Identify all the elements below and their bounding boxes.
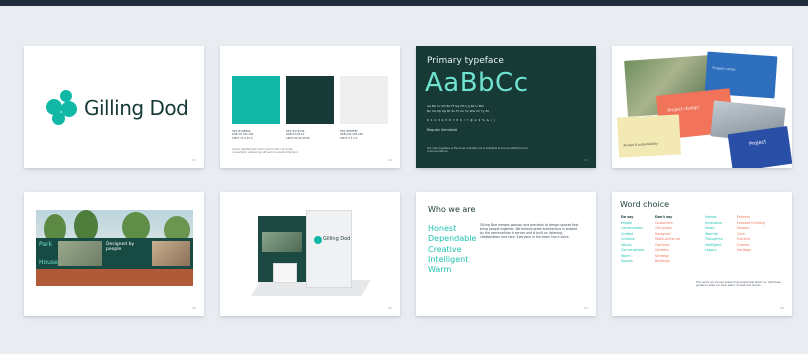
collage-card-label: Project [748,139,767,148]
dont-say-column: Don't say Customers The public Designed … [655,215,681,263]
page-number: 01 [192,158,196,162]
numerals: 0 1 2 3 4 5 6 7 8 9 ! ? @ £ $ % & ( ) [427,118,496,122]
slide-palette[interactable]: HEX #12B8A6 RGB 18 184 166 CMYK 75 0 45 … [220,46,400,168]
do-say-column-2: Homes Innovative Heart Warmth Thoughtful… [705,215,723,252]
do-say-column: Do say People Communities Crafted Creati… [621,215,645,263]
slide-typeface[interactable]: Primary typeface AaBbCc Aa Bb Cc Dd Ee F… [416,46,596,168]
swatch-dark-values: HEX #173A36 RGB 23 58 54 CMYK 80 40 60 6… [286,130,310,140]
weight-label: Regular Semibold [427,128,457,132]
dont-say-column-2: Projects Forward thinking Passion Care P… [737,215,765,252]
collage-card-label: Project name [712,65,736,72]
slide-who-we-are[interactable]: Who we are Honest Dependable Creative In… [416,192,596,316]
values-list: Honest Dependable Creative Intelligent W… [428,224,477,275]
stand-brand: Gilling Dod [323,236,351,242]
stand-logo-icon [314,236,322,244]
slide-word-choice[interactable]: Word choice Do say People Communities Cr… [612,192,792,316]
slide-logo[interactable]: Gilling Dod 01 [24,46,204,168]
word-choice-note: The words we choose shape how people fee… [696,281,781,288]
stand-wall-image [262,232,302,252]
hoarding-board: Park House Designed by people [36,238,193,269]
typeface-note: Our main typeface is the most versatile … [427,147,528,154]
page-number: 03 [584,158,588,162]
board-word: House [39,259,58,266]
board-image [58,241,102,266]
collage-card-label: Access & sustainability [623,141,659,148]
collage-card-label: Project design [667,105,700,114]
slide-collage[interactable]: Project name Project design Access & sus… [612,46,792,168]
stand-side-wall: Gilling Dod [306,210,352,288]
page-number: 07 [584,306,588,310]
typeface-label: Primary typeface [427,56,504,66]
slide-title: Who we are [428,205,476,214]
stand-counter [274,264,296,282]
page-number: 05 [192,306,196,310]
page-number: 02 [388,158,392,162]
typeface-specimen: AaBbCc [425,68,529,98]
slide-exhibition[interactable]: Gilling Dod 06 [220,192,400,316]
collage-card-cream: Access & sustainability [616,114,682,158]
alphabet-lower: Nn Oo Pp Qq Rr Ss Tt Uu Vv Ww Xx Yy Zz [427,109,489,113]
photo-pavement [36,269,193,286]
swatch-teal [232,76,280,124]
brand-name: Gilling Dod [84,96,189,120]
collage-card-navy: Project [727,126,792,168]
board-word: Park [39,241,52,248]
page-number: 08 [780,306,784,310]
slide-hoarding[interactable]: Park House Designed by people 05 [24,192,204,316]
palette-note: Colour palette text lorem ipsum dolor si… [232,148,299,155]
swatch-light [340,76,388,124]
body-text: Gilling Dod merges passion and precision… [480,223,579,240]
logo-mark-icon [46,90,84,126]
board-photo-people [152,241,190,266]
swatch-dark [286,76,334,124]
swatch-teal-values: HEX #12B8A6 RGB 18 184 166 CMYK 75 0 45 … [232,130,254,140]
page-number: 06 [388,306,392,310]
slide-title: Word choice [620,200,670,209]
alphabet-upper: Aa Bb Cc Dd Ee Ff Gg Hh Ii Jj Kk Ll Mm [427,104,485,108]
swatch-light-values: HEX #EFEFEF RGB 239 239 239 CMYK 5 3 3 0 [340,130,363,140]
top-bar [0,0,808,6]
board-tagline: Designed by people [106,242,135,252]
